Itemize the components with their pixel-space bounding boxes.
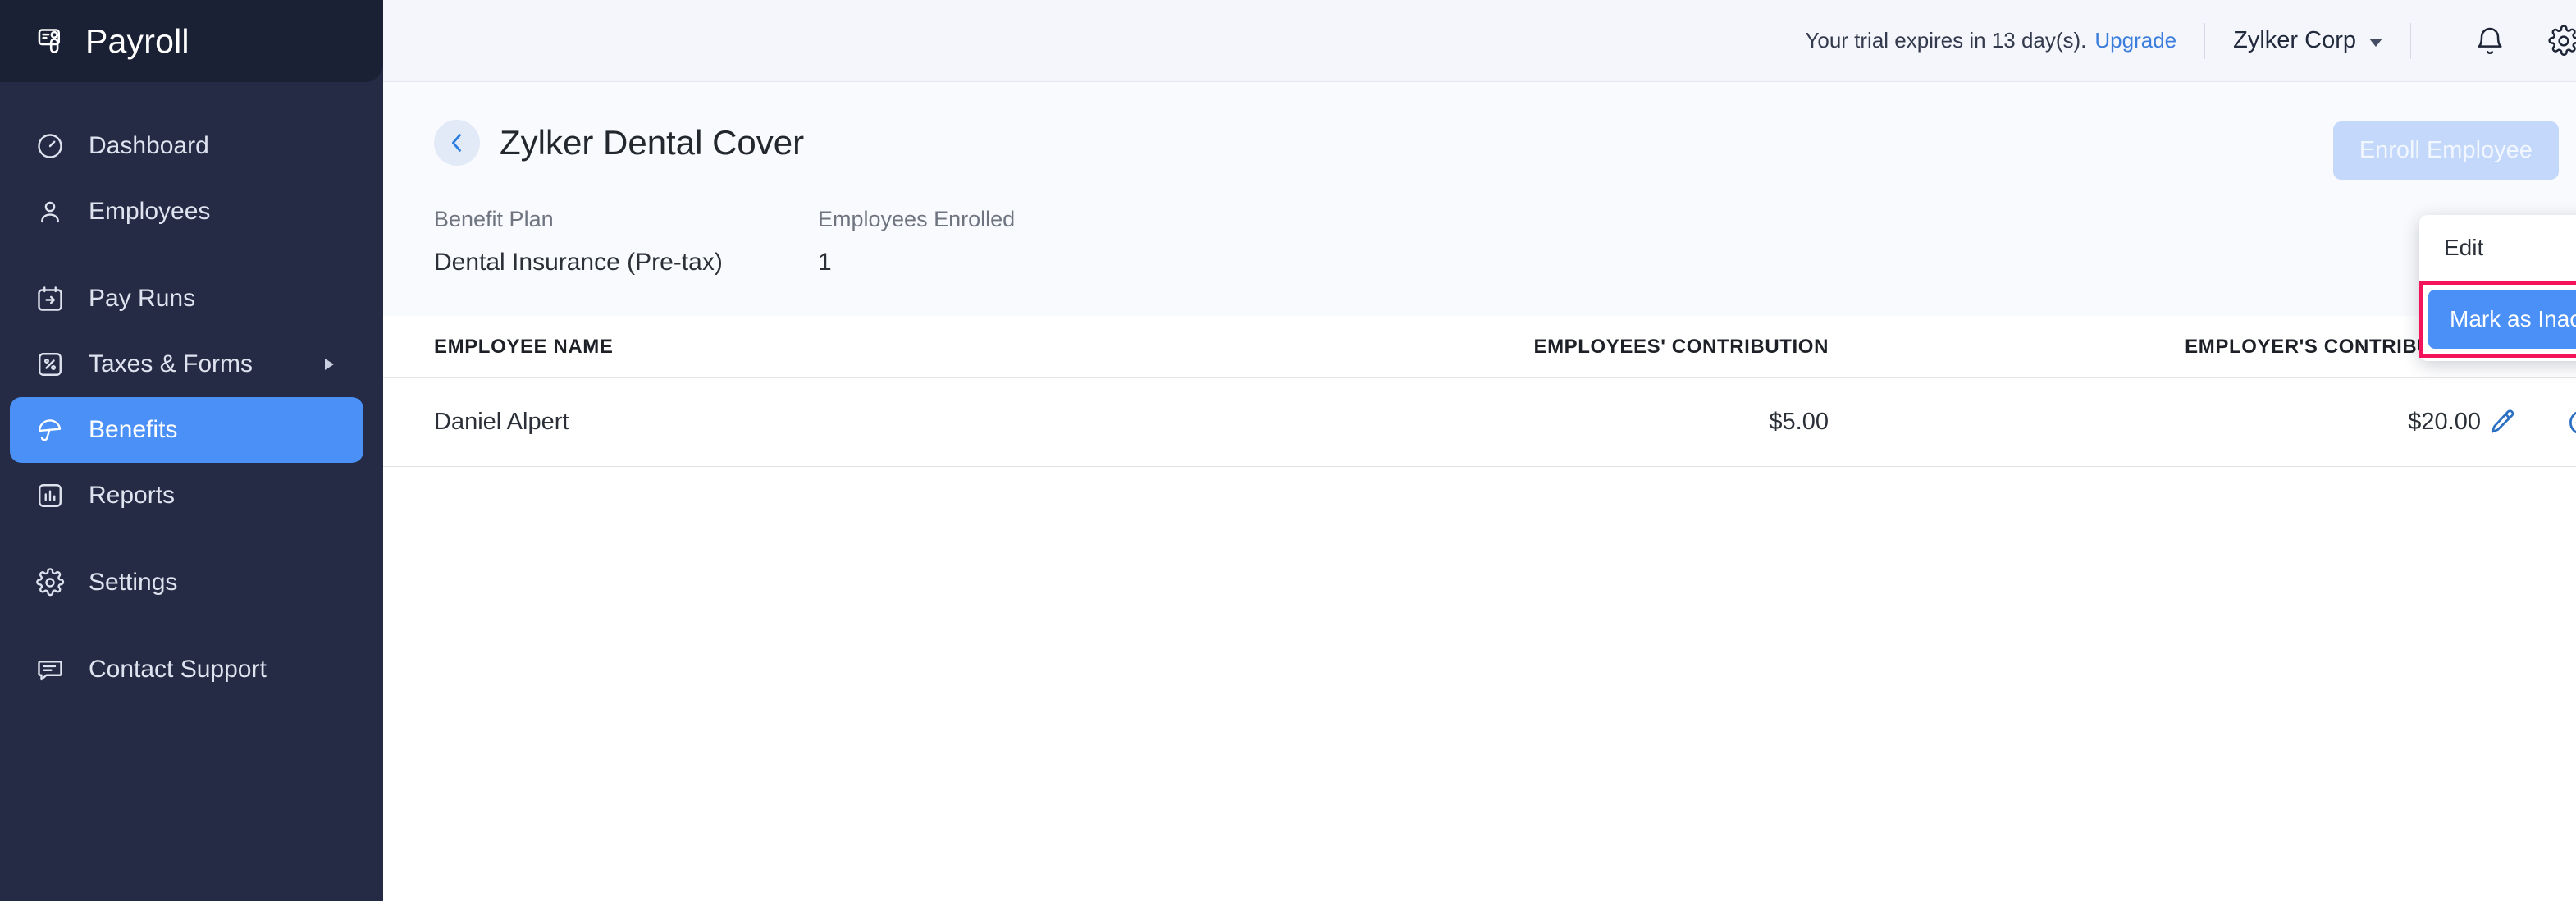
topbar-divider xyxy=(2204,23,2205,59)
sidebar-spacer xyxy=(0,615,383,637)
sidebar-spacer xyxy=(0,528,383,550)
dropdown-item-mark-as-inactive[interactable]: Mark as Inactive xyxy=(2428,290,2576,349)
sidebar-item-settings[interactable]: Settings xyxy=(10,550,363,615)
enroll-employee-button[interactable]: Enroll Employee xyxy=(2333,121,2559,180)
page-title: Zylker Dental Cover xyxy=(500,123,804,162)
sidebar-item-label: Benefits xyxy=(89,416,177,444)
sidebar-item-reports[interactable]: Reports xyxy=(10,463,363,528)
column-header-employees-contribution: EMPLOYEES' CONTRIBUTION xyxy=(1181,336,1829,359)
column-header-employers-contribution: EMPLOYER'S CONTRIBUTION xyxy=(1829,336,2481,359)
payroll-card-icon xyxy=(36,25,67,57)
sidebar-item-label: Taxes & Forms xyxy=(89,350,253,378)
main-content: Your trial expires in 13 day(s). Upgrade… xyxy=(383,0,2576,901)
sidebar-item-contact-support[interactable]: Contact Support xyxy=(10,637,363,702)
more-dropdown-menu: Edit Mark as Inactive xyxy=(2419,215,2576,361)
sidebar-item-label: Contact Support xyxy=(89,656,267,684)
title-row: Zylker Dental Cover xyxy=(434,120,2576,166)
sidebar-item-label: Employees xyxy=(89,198,210,226)
page-header: Zylker Dental Cover Benefit Plan Dental … xyxy=(383,82,2576,316)
meta-label: Employees Enrolled xyxy=(818,207,1202,232)
brand-name: Payroll xyxy=(85,22,190,61)
column-header-employee-name: EMPLOYEE NAME xyxy=(434,336,1181,359)
table-header-row: EMPLOYEE NAME EMPLOYEES' CONTRIBUTION EM… xyxy=(383,316,2576,378)
app-root: Payroll Dashboard Employees xyxy=(0,0,2576,901)
chat-icon xyxy=(34,654,66,685)
sidebar-item-dashboard[interactable]: Dashboard xyxy=(10,113,363,179)
sidebar: Payroll Dashboard Employees xyxy=(0,0,383,901)
sidebar-spacer xyxy=(0,245,383,266)
sidebar-item-benefits[interactable]: Benefits xyxy=(10,397,363,463)
topbar-divider xyxy=(2410,23,2411,59)
dropdown-item-edit[interactable]: Edit xyxy=(2419,215,2576,281)
meta-value: Dental Insurance (Pre-tax) xyxy=(434,249,818,277)
cell-employee-name: Daniel Alpert xyxy=(434,409,1181,436)
table-row[interactable]: Daniel Alpert $5.00 $20.00 xyxy=(383,378,2576,467)
cell-row-actions xyxy=(2481,401,2576,444)
meta-benefit-plan: Benefit Plan Dental Insurance (Pre-tax) xyxy=(434,207,818,277)
gauge-icon xyxy=(34,130,66,162)
gear-icon[interactable] xyxy=(2541,18,2576,64)
cell-employee-contribution: $5.00 xyxy=(1181,409,1829,436)
meta-label: Benefit Plan xyxy=(434,207,818,232)
pencil-icon[interactable] xyxy=(2481,401,2523,444)
sidebar-item-label: Reports xyxy=(89,482,175,510)
topbar: Your trial expires in 13 day(s). Upgrade… xyxy=(383,0,2576,82)
bell-icon[interactable] xyxy=(2467,18,2513,64)
gear-icon xyxy=(34,567,66,598)
sidebar-item-pay-runs[interactable]: Pay Runs xyxy=(10,266,363,332)
sidebar-item-label: Pay Runs xyxy=(89,285,195,313)
sidebar-item-taxes-and-forms[interactable]: Taxes & Forms xyxy=(10,332,363,397)
umbrella-icon xyxy=(34,414,66,446)
sidebar-nav: Dashboard Employees xyxy=(0,82,383,702)
cell-employer-contribution: $20.00 xyxy=(1829,409,2481,436)
meta-employees-enrolled: Employees Enrolled 1 xyxy=(818,207,1202,277)
page-actions: Enroll Employee More xyxy=(2333,121,2576,180)
bar-chart-icon xyxy=(34,480,66,511)
meta-value: 1 xyxy=(818,249,1202,277)
sidebar-brand[interactable]: Payroll xyxy=(0,0,383,82)
chevron-down-icon xyxy=(2369,39,2382,47)
upgrade-link[interactable]: Upgrade xyxy=(2094,28,2176,53)
sidebar-item-label: Settings xyxy=(89,569,177,597)
back-button[interactable] xyxy=(434,120,480,166)
minus-circle-icon[interactable] xyxy=(2560,401,2576,444)
sidebar-item-label: Dashboard xyxy=(89,132,209,160)
chevron-right-icon xyxy=(325,359,334,370)
org-switcher[interactable]: Zylker Corp xyxy=(2233,27,2382,54)
percent-document-icon xyxy=(34,349,66,380)
person-icon xyxy=(34,196,66,227)
org-name-label: Zylker Corp xyxy=(2233,27,2356,54)
dropdown-highlight-box: Mark as Inactive xyxy=(2419,281,2576,358)
calendar-arrow-icon xyxy=(34,283,66,314)
enrolled-employees-table: EMPLOYEE NAME EMPLOYEES' CONTRIBUTION EM… xyxy=(383,316,2576,901)
trial-notice: Your trial expires in 13 day(s). xyxy=(1805,28,2086,53)
benefit-summary: Benefit Plan Dental Insurance (Pre-tax) … xyxy=(434,207,2576,316)
sidebar-item-employees[interactable]: Employees xyxy=(10,179,363,245)
